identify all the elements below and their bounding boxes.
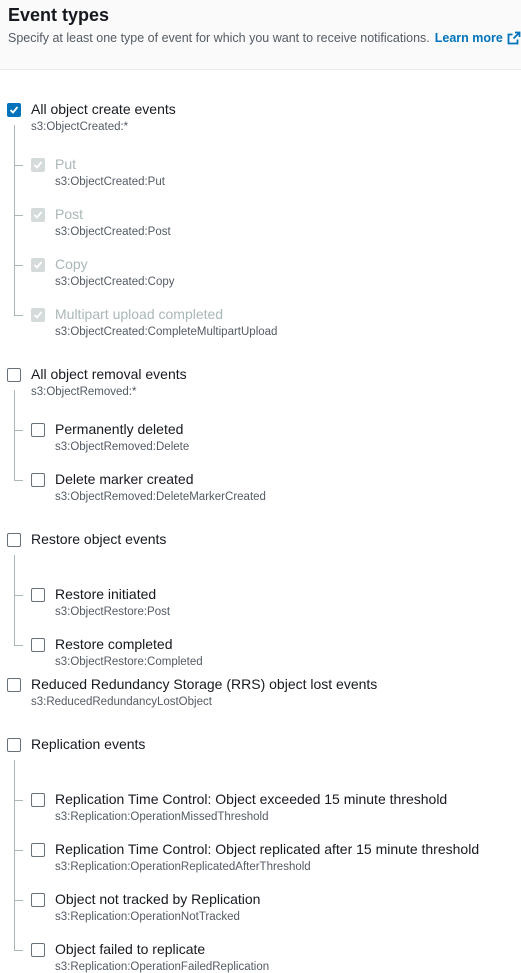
description-text: Specify at least one type of event for w…: [8, 31, 430, 45]
event-code: s3:ObjectCreated:Post: [55, 226, 171, 238]
event-label: Object not tracked by Replication: [55, 891, 261, 907]
tree-connector-branch: [14, 595, 23, 596]
event-code: s3:ObjectCreated:CompleteMultipartUpload: [55, 326, 278, 338]
event-checkbox[interactable]: [31, 843, 45, 857]
group-checkbox[interactable]: [7, 103, 21, 117]
event-code: s3:Replication:OperationNotTracked: [55, 911, 240, 923]
group-event-code: s3:ReducedRedundancyLostObject: [31, 696, 212, 708]
event-checkbox: [31, 208, 45, 222]
tree-connector-branch: [14, 950, 23, 951]
event-label: Put: [55, 156, 77, 172]
group-label: Replication events: [31, 736, 146, 752]
tree-connector-line: [14, 390, 15, 480]
event-label: Multipart upload completed: [55, 306, 224, 322]
event-code: s3:ObjectRestore:Post: [55, 606, 171, 618]
event-label: Object failed to replicate: [55, 941, 206, 957]
event-code: s3:ObjectRemoved:Delete: [55, 441, 190, 453]
tree-connector-branch: [14, 265, 23, 266]
event-label: Delete marker created: [55, 471, 194, 487]
group-label: All object create events: [31, 101, 176, 117]
event-label: Permanently deleted: [55, 421, 184, 437]
section-description: Specify at least one type of event for w…: [8, 31, 521, 45]
tree-connector-branch: [14, 800, 23, 801]
tree-connector-line: [14, 125, 15, 315]
event-checkbox: [31, 308, 45, 322]
tree-connector-branch: [14, 645, 23, 646]
external-link-icon: [507, 31, 521, 45]
group-checkbox[interactable]: [7, 678, 21, 692]
event-checkbox[interactable]: [31, 473, 45, 487]
event-code: s3:ObjectCreated:Put: [55, 176, 165, 188]
group-label: Reduced Redundancy Storage (RRS) object …: [31, 676, 378, 692]
event-code: s3:ObjectRemoved:DeleteMarkerCreated: [55, 491, 266, 503]
group-label: Restore object events: [31, 531, 167, 547]
tree-connector-branch: [14, 850, 23, 851]
section-header: Event types Specify at least one type of…: [0, 0, 521, 70]
learn-more-label: Learn more: [434, 31, 503, 45]
learn-more-link[interactable]: Learn more: [435, 31, 521, 45]
tree-connector-branch: [14, 480, 23, 481]
event-checkbox[interactable]: [31, 943, 45, 957]
tree-connector-line: [14, 760, 15, 950]
event-label: Replication Time Control: Object replica…: [55, 841, 480, 857]
event-label: Restore initiated: [55, 586, 157, 602]
event-checkbox[interactable]: [31, 588, 45, 602]
tree-connector-branch: [14, 215, 23, 216]
event-checkbox: [31, 158, 45, 172]
event-checkbox[interactable]: [31, 423, 45, 437]
group-checkbox[interactable]: [7, 738, 21, 752]
tree-connector-branch: [14, 315, 23, 316]
event-checkbox[interactable]: [31, 793, 45, 807]
event-label: Copy: [55, 256, 88, 272]
event-code: s3:Replication:OperationReplicatedAfterT…: [55, 861, 311, 873]
event-code: s3:Replication:OperationFailedReplicatio…: [55, 961, 270, 973]
group-event-code: s3:ObjectCreated:*: [31, 121, 129, 133]
group-checkbox[interactable]: [7, 368, 21, 382]
tree-connector-branch: [14, 165, 23, 166]
event-checkbox: [31, 258, 45, 272]
group-event-code: s3:ObjectRemoved:*: [31, 386, 137, 398]
tree-connector-branch: [14, 430, 23, 431]
event-checkbox[interactable]: [31, 893, 45, 907]
event-label: Restore completed: [55, 636, 173, 652]
event-checkbox[interactable]: [31, 638, 45, 652]
event-code: s3:Replication:OperationMissedThreshold: [55, 811, 269, 823]
group-label: All object removal events: [31, 366, 187, 382]
group-checkbox[interactable]: [7, 533, 21, 547]
section-title: Event types: [8, 5, 110, 25]
tree-connector-line: [14, 555, 15, 645]
event-code: s3:ObjectRestore:Completed: [55, 656, 203, 668]
event-code: s3:ObjectCreated:Copy: [55, 276, 175, 288]
event-label: Replication Time Control: Object exceede…: [55, 791, 448, 807]
tree-connector-branch: [14, 900, 23, 901]
event-label: Post: [55, 206, 84, 222]
